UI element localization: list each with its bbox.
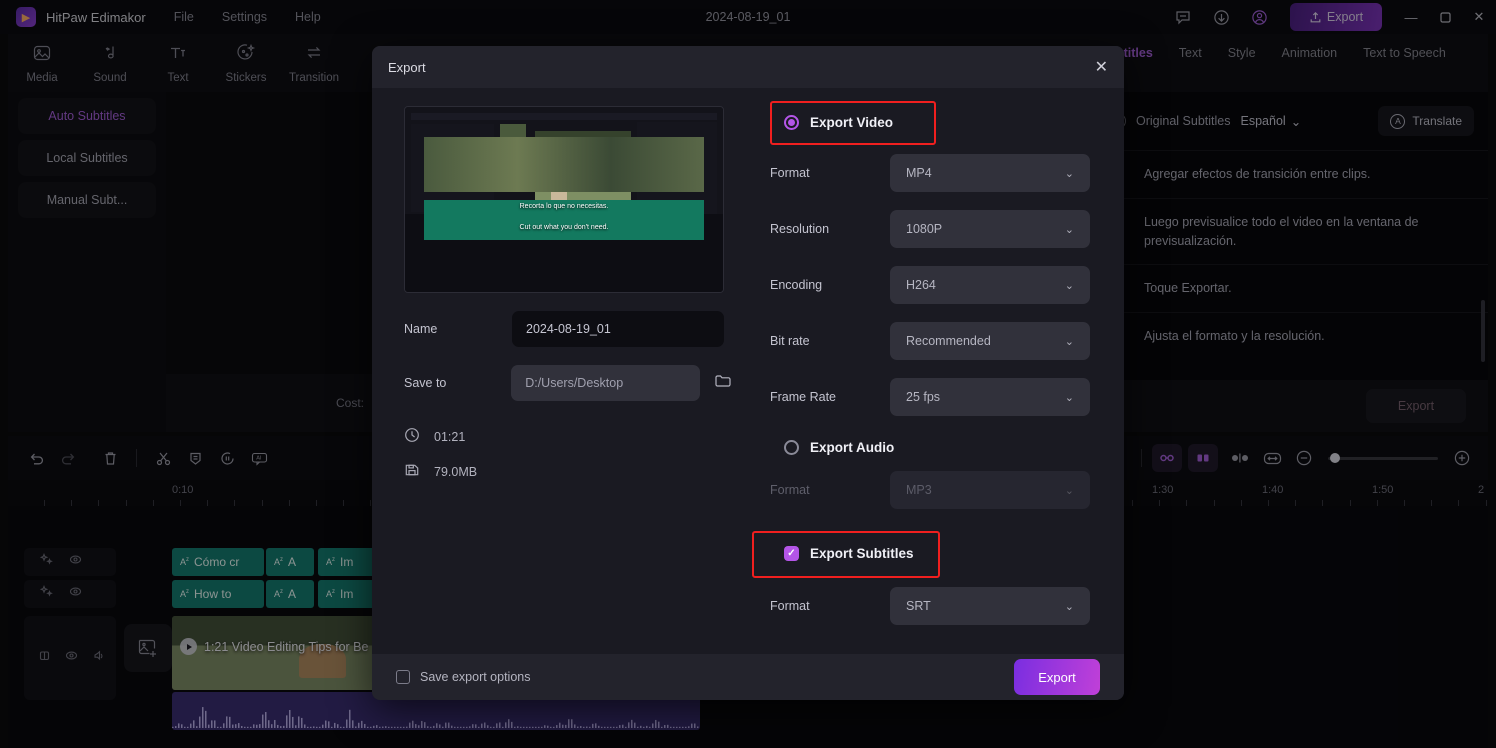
saveto-row: Save to D:/Users/Desktop xyxy=(404,365,732,401)
subtitle-format-select[interactable]: SRT ⌄ xyxy=(890,587,1090,625)
format-label: Format xyxy=(770,166,890,180)
export-confirm-button[interactable]: Export xyxy=(1014,659,1100,695)
resolution-value: 1080P xyxy=(906,222,942,236)
export-dialog-footer: Save export options Export xyxy=(372,654,1124,700)
export-video-option[interactable]: Export Video xyxy=(770,100,1092,144)
export-dialog-header: Export ✕ xyxy=(372,46,1124,88)
name-input[interactable]: 2024-08-19_01 xyxy=(512,311,724,347)
audio-format-label: Format xyxy=(770,483,890,497)
preview-caption-en: Cut out what you don't need. xyxy=(405,224,723,231)
edimakor-window: ▶ HitPaw Edimakor File Settings Help 202… xyxy=(0,0,1496,748)
resolution-row: Resolution 1080P ⌄ xyxy=(770,210,1092,248)
chevron-down-icon: ⌄ xyxy=(1065,600,1074,613)
save-export-options-row[interactable]: Save export options xyxy=(396,670,531,684)
clock-icon xyxy=(404,427,420,446)
chevron-down-icon: ⌄ xyxy=(1065,279,1074,292)
duration-row: 01:21 xyxy=(404,427,732,446)
chevron-down-icon: ⌄ xyxy=(1065,484,1074,497)
name-label: Name xyxy=(404,322,512,336)
chevron-down-icon: ⌄ xyxy=(1065,391,1074,404)
resolution-select[interactable]: 1080P ⌄ xyxy=(890,210,1090,248)
bitrate-select[interactable]: Recommended ⌄ xyxy=(890,322,1090,360)
format-row: Format MP4 ⌄ xyxy=(770,154,1092,192)
export-left-column: Recorta lo que no necesitas. Cut out wha… xyxy=(404,106,732,481)
chevron-down-icon: ⌄ xyxy=(1065,335,1074,348)
save-icon xyxy=(404,462,420,481)
preview-caption-es: Recorta lo que no necesitas. xyxy=(405,203,723,210)
name-row: Name 2024-08-19_01 xyxy=(404,311,732,347)
chevron-down-icon: ⌄ xyxy=(1065,223,1074,236)
video-preview-thumbnail: Recorta lo que no necesitas. Cut out wha… xyxy=(404,106,724,293)
export-audio-radio[interactable] xyxy=(784,440,799,455)
save-export-options-label: Save export options xyxy=(420,670,531,684)
format-value: MP4 xyxy=(906,166,932,180)
export-dialog-body: Recorta lo que no necesitas. Cut out wha… xyxy=(372,88,1124,654)
framerate-label: Frame Rate xyxy=(770,390,890,404)
encoding-value: H264 xyxy=(906,278,936,292)
resolution-label: Resolution xyxy=(770,222,890,236)
subtitle-format-label: Format xyxy=(770,599,890,613)
bitrate-value: Recommended xyxy=(906,334,991,348)
encoding-row: Encoding H264 ⌄ xyxy=(770,266,1092,304)
saveto-input[interactable]: D:/Users/Desktop xyxy=(511,365,700,401)
export-subtitles-checkbox[interactable]: ✓ xyxy=(784,546,799,561)
export-video-radio[interactable] xyxy=(784,115,799,130)
close-icon[interactable]: ✕ xyxy=(1095,57,1108,77)
encoding-select[interactable]: H264 ⌄ xyxy=(890,266,1090,304)
filesize-value: 79.0MB xyxy=(434,465,477,479)
saveto-label: Save to xyxy=(404,376,511,390)
framerate-select[interactable]: 25 fps ⌄ xyxy=(890,378,1090,416)
audio-format-select: MP3 ⌄ xyxy=(890,471,1090,509)
bitrate-row: Bit rate Recommended ⌄ xyxy=(770,322,1092,360)
export-dialog: Export ✕ xyxy=(372,46,1124,700)
bitrate-label: Bit rate xyxy=(770,334,890,348)
subtitle-format-row: Format SRT ⌄ xyxy=(770,587,1092,625)
audio-format-row: Format MP3 ⌄ xyxy=(770,471,1092,509)
export-audio-label: Export Audio xyxy=(810,440,894,455)
chevron-down-icon: ⌄ xyxy=(1065,167,1074,180)
framerate-row: Frame Rate 25 fps ⌄ xyxy=(770,378,1092,416)
export-subtitles-option[interactable]: ✓ Export Subtitles xyxy=(770,531,1092,575)
duration-value: 01:21 xyxy=(434,430,465,444)
audio-format-value: MP3 xyxy=(906,483,932,497)
folder-icon[interactable] xyxy=(714,372,732,395)
filesize-row: 79.0MB xyxy=(404,462,732,481)
framerate-value: 25 fps xyxy=(906,390,940,404)
export-video-label: Export Video xyxy=(810,115,893,130)
format-select[interactable]: MP4 ⌄ xyxy=(890,154,1090,192)
export-subtitles-label: Export Subtitles xyxy=(810,546,914,561)
encoding-label: Encoding xyxy=(770,278,890,292)
save-export-options-checkbox[interactable] xyxy=(396,670,410,684)
subtitle-format-value: SRT xyxy=(906,599,931,613)
export-audio-option[interactable]: Export Audio xyxy=(770,440,1092,455)
export-dialog-title: Export xyxy=(388,60,426,75)
export-right-column: Export Video Format MP4 ⌄ Resolution 108… xyxy=(770,100,1092,625)
